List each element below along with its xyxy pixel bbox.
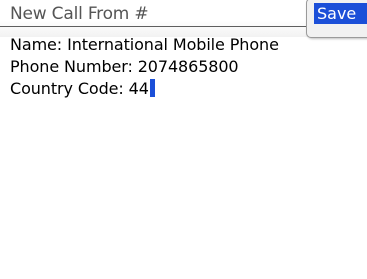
phone-number-field-text: Phone Number: 2074865800 bbox=[10, 57, 239, 76]
title-divider bbox=[0, 26, 306, 27]
name-field-text: Name: International Mobile Phone bbox=[10, 35, 279, 54]
screen-title: New Call From # bbox=[10, 4, 149, 24]
save-menu-item[interactable]: Save bbox=[314, 3, 367, 24]
name-field[interactable]: Name: International Mobile Phone bbox=[10, 34, 350, 56]
country-code-field-text: Country Code: 44 bbox=[10, 79, 149, 98]
call-details: Name: International Mobile Phone Phone N… bbox=[10, 34, 350, 100]
text-cursor bbox=[149, 79, 155, 97]
country-code-field[interactable]: Country Code: 44 bbox=[10, 78, 350, 100]
phone-number-field[interactable]: Phone Number: 2074865800 bbox=[10, 56, 350, 78]
new-call-screen: New Call From # Save Name: International… bbox=[0, 0, 367, 279]
